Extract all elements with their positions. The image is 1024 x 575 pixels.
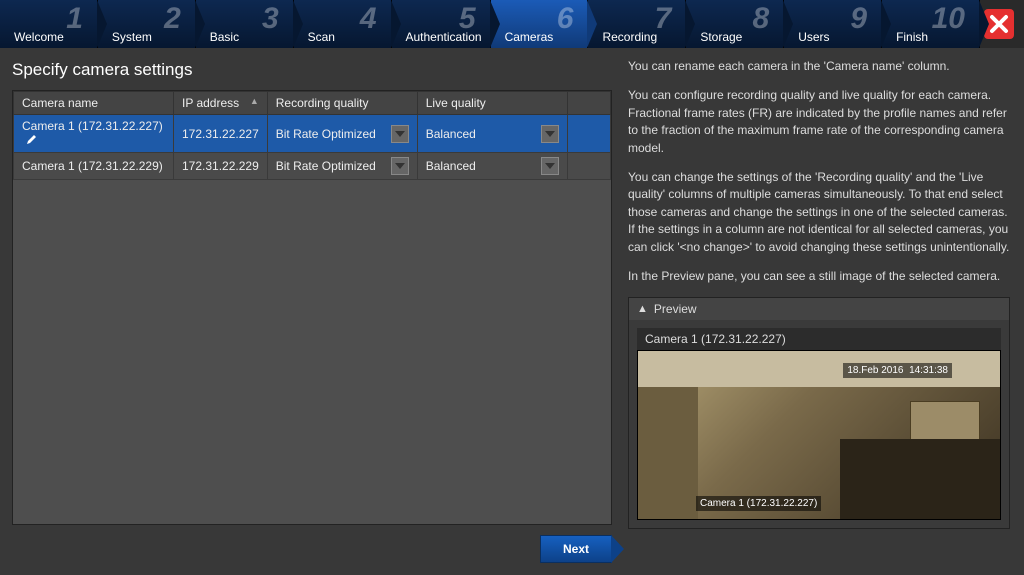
table-row[interactable]: Camera 1 (172.31.22.229) 172.31.22.229 B… (14, 153, 611, 180)
wizard-steps: 1Welcome 2System 3Basic 4Scan 5Authentic… (0, 0, 1024, 48)
cell-ip: 172.31.22.229 (174, 153, 268, 180)
preview-panel: ▲ Preview Camera 1 (172.31.22.227) 18.Fe… (628, 297, 1010, 529)
column-spacer (567, 92, 610, 115)
cell-camera-name[interactable]: Camera 1 (172.31.22.229) (14, 153, 174, 180)
cell-camera-name[interactable]: Camera 1 (172.31.22.227) (14, 115, 174, 153)
step-scan[interactable]: 4Scan (294, 0, 392, 48)
cell-live-quality[interactable]: Balanced (417, 115, 567, 153)
step-recording[interactable]: 7Recording (588, 0, 686, 48)
page-title: Specify camera settings (12, 60, 612, 80)
edit-icon[interactable] (26, 133, 38, 148)
table-row[interactable]: Camera 1 (172.31.22.227) 172.31.22.227 B… (14, 115, 611, 153)
step-users[interactable]: 9Users (784, 0, 882, 48)
column-camera-name[interactable]: Camera name (14, 92, 174, 115)
dropdown-arrow-icon[interactable] (391, 125, 409, 143)
preview-overlay-label: Camera 1 (172.31.22.227) (696, 496, 821, 511)
step-welcome[interactable]: 1Welcome (0, 0, 98, 48)
preview-header[interactable]: ▲ Preview (629, 298, 1009, 320)
step-system[interactable]: 2System (98, 0, 196, 48)
step-storage[interactable]: 8Storage (686, 0, 784, 48)
preview-camera-label: Camera 1 (172.31.22.227) (637, 328, 1001, 350)
preview-image: 18.Feb 2016 14:31:38 Camera 1 (172.31.22… (637, 350, 1001, 520)
cell-ip: 172.31.22.227 (174, 115, 268, 153)
step-authentication[interactable]: 5Authentication (392, 0, 491, 48)
help-text: You can rename each camera in the 'Camer… (628, 58, 1010, 285)
dropdown-arrow-icon[interactable] (541, 157, 559, 175)
next-button[interactable]: Next (540, 535, 612, 563)
cell-live-quality[interactable]: Balanced (417, 153, 567, 180)
camera-table: Camera name IP address▲ Recording qualit… (12, 90, 612, 525)
preview-timestamp: 18.Feb 2016 14:31:38 (843, 363, 952, 378)
collapse-icon[interactable]: ▲ (637, 303, 648, 315)
cell-recording-quality[interactable]: Bit Rate Optimized (267, 115, 417, 153)
step-basic[interactable]: 3Basic (196, 0, 294, 48)
step-cameras[interactable]: 6Cameras (491, 0, 589, 48)
sort-asc-icon: ▲ (250, 96, 259, 106)
cell-recording-quality[interactable]: Bit Rate Optimized (267, 153, 417, 180)
column-recording-quality[interactable]: Recording quality (267, 92, 417, 115)
dropdown-arrow-icon[interactable] (541, 125, 559, 143)
column-ip-address[interactable]: IP address▲ (174, 92, 268, 115)
column-live-quality[interactable]: Live quality (417, 92, 567, 115)
step-finish[interactable]: 10Finish (882, 0, 980, 48)
dropdown-arrow-icon[interactable] (391, 157, 409, 175)
chevron-right-icon (611, 535, 624, 563)
